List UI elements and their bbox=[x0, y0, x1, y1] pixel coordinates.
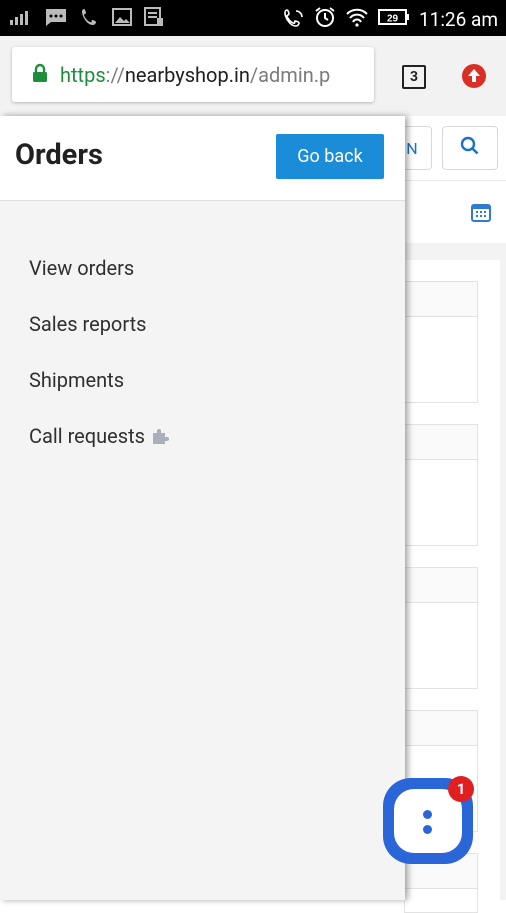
signal-icon bbox=[10, 9, 32, 29]
background-card bbox=[404, 424, 478, 546]
background-card bbox=[404, 281, 478, 403]
missed-call-icon bbox=[80, 7, 100, 31]
update-icon[interactable] bbox=[461, 63, 487, 93]
search-button[interactable] bbox=[442, 126, 498, 170]
menu-item-label: Call requests bbox=[29, 424, 145, 448]
battery-icon: 29 bbox=[377, 8, 410, 30]
svg-text:29: 29 bbox=[387, 14, 399, 25]
puzzle-icon bbox=[152, 425, 170, 449]
menu-item-label: Shipments bbox=[29, 368, 125, 392]
tab-switcher-button[interactable]: 3 bbox=[402, 65, 426, 89]
url-text: https://nearbyshop.in/admin.p bbox=[60, 62, 331, 87]
orders-menu: View orders Sales reports Shipments Call… bbox=[0, 240, 405, 464]
drawer-title: Orders bbox=[15, 138, 103, 172]
go-back-button[interactable]: Go back bbox=[276, 134, 384, 179]
wifi-icon bbox=[345, 7, 369, 31]
chat-unread-badge: 1 bbox=[448, 776, 474, 802]
status-bar: 29 11:26 am bbox=[0, 0, 506, 36]
menu-item-call-requests[interactable]: Call requests bbox=[0, 408, 405, 464]
gallery-icon bbox=[112, 8, 132, 30]
clock: 11:26 am bbox=[418, 7, 498, 31]
drawer-header: Orders Go back bbox=[0, 116, 405, 201]
menu-item-label: View orders bbox=[29, 256, 135, 280]
lock-icon bbox=[32, 63, 48, 87]
search-icon bbox=[460, 136, 480, 160]
news-icon bbox=[144, 7, 164, 31]
menu-item-view-orders[interactable]: View orders bbox=[0, 240, 405, 296]
menu-item-shipments[interactable]: Shipments bbox=[0, 352, 405, 408]
orders-drawer: Orders Go back View orders Sales reports… bbox=[0, 116, 405, 900]
browser-toolbar: https://nearbyshop.in/admin.p 3 bbox=[0, 36, 506, 116]
wifi-call-icon bbox=[283, 7, 305, 31]
background-card bbox=[404, 567, 478, 689]
menu-item-sales-reports[interactable]: Sales reports bbox=[0, 296, 405, 352]
url-bar[interactable]: https://nearbyshop.in/admin.p bbox=[12, 47, 374, 102]
alarm-icon bbox=[314, 6, 336, 32]
message-icon bbox=[44, 7, 68, 31]
calendar-icon[interactable] bbox=[471, 202, 491, 226]
menu-item-label: Sales reports bbox=[29, 312, 147, 336]
